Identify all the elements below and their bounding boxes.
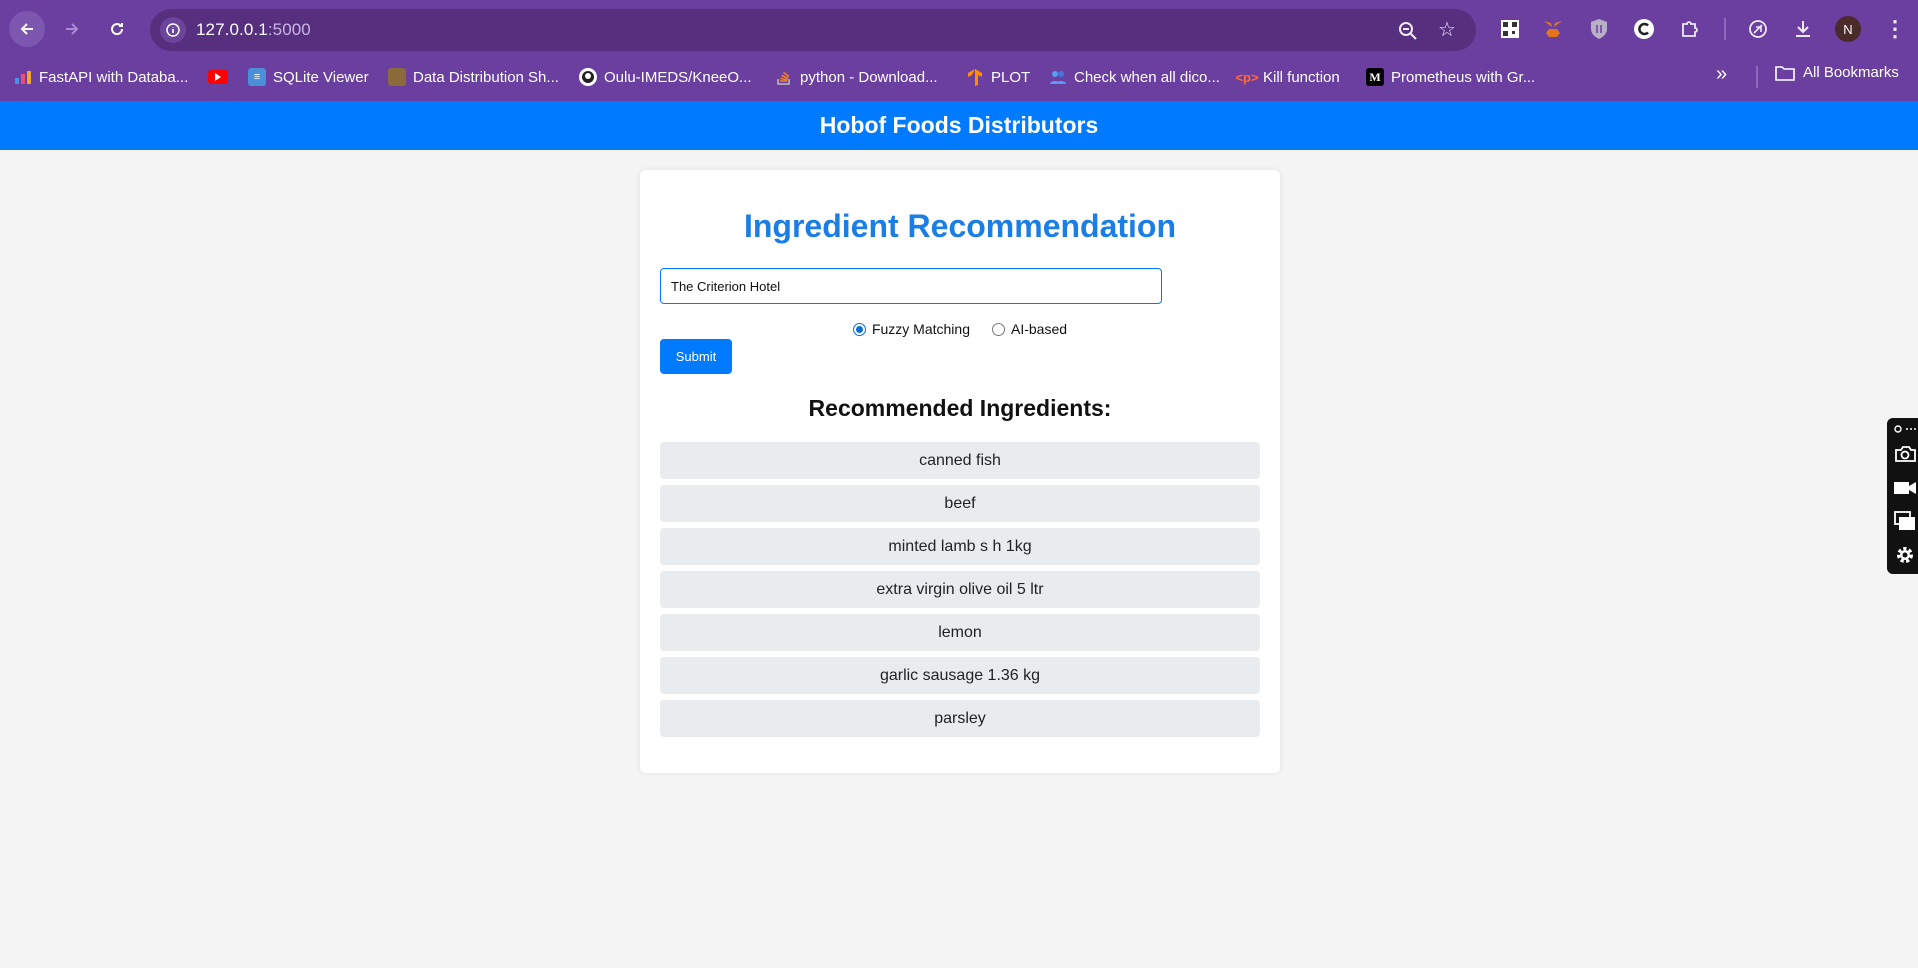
- bookmark-label: Kill function: [1263, 68, 1340, 86]
- medium-icon: M: [1366, 68, 1384, 86]
- bookmark-item[interactable]: [208, 65, 228, 89]
- bookmark-item[interactable]: PLOT: [966, 65, 1030, 89]
- github-icon: [579, 68, 597, 86]
- bookmark-item[interactable]: Check when all dico...: [1049, 65, 1220, 89]
- ai-based-option[interactable]: AI-based: [992, 321, 1067, 337]
- fuzzy-matching-label: Fuzzy Matching: [871, 321, 970, 337]
- chart-icon: [14, 68, 32, 86]
- camera-icon[interactable]: [1893, 442, 1917, 466]
- zoom-icon[interactable]: [1398, 21, 1418, 41]
- image-icon: [388, 68, 406, 86]
- address-bar[interactable]: 127.0.0.1:5000 ☆: [150, 9, 1476, 51]
- ai-based-radio[interactable]: [992, 322, 1005, 336]
- bookmarks-divider: [1756, 66, 1758, 88]
- ingredient-list: canned fish beef minted lamb s h 1kg ext…: [660, 442, 1260, 743]
- folder-icon: [1775, 65, 1795, 81]
- reload-button[interactable]: [99, 11, 135, 47]
- performance-leaf-icon[interactable]: [1745, 16, 1771, 42]
- url-port: :5000: [267, 20, 311, 39]
- browser-toolbar: 127.0.0.1:5000 ☆ N ⋮: [0, 0, 1918, 60]
- site-header: Hobof Foods Distributors: [0, 101, 1918, 150]
- back-button[interactable]: [9, 11, 45, 47]
- results-title: Recommended Ingredients:: [808, 395, 1112, 421]
- site-info-icon[interactable]: [160, 17, 186, 43]
- bookmark-star-icon[interactable]: ☆: [1436, 19, 1458, 41]
- ingredient-item: canned fish: [660, 442, 1260, 479]
- bookmark-item[interactable]: ≡ SQLite Viewer: [248, 65, 369, 89]
- ingredient-item: parsley: [660, 700, 1260, 737]
- shield-extension-icon[interactable]: [1586, 16, 1612, 42]
- bookmark-label: Check when all dico...: [1074, 68, 1220, 86]
- bookmark-item[interactable]: M Prometheus with Gr...: [1366, 65, 1535, 89]
- ingredient-item: extra virgin olive oil 5 ltr: [660, 571, 1260, 608]
- people-icon: [1049, 68, 1067, 86]
- c-extension-icon[interactable]: [1631, 16, 1657, 42]
- arrow-right-icon: [66, 23, 79, 35]
- extensions-puzzle-icon[interactable]: [1677, 16, 1703, 42]
- youtube-icon: [208, 70, 228, 84]
- page-title: Ingredient Recommendation: [743, 208, 1177, 244]
- all-bookmarks-label: All Bookmarks: [1803, 64, 1899, 81]
- video-camera-icon[interactable]: [1893, 476, 1917, 500]
- download-icon[interactable]: [1790, 16, 1816, 42]
- fuzzy-matching-option[interactable]: Fuzzy Matching: [852, 321, 970, 337]
- ingredient-item: minted lamb s h 1kg: [660, 528, 1260, 565]
- ingredient-item: beef: [660, 485, 1260, 522]
- browser-menu-icon[interactable]: ⋮: [1882, 16, 1908, 42]
- gear-icon[interactable]: [1893, 543, 1917, 567]
- fuzzy-matching-radio[interactable]: [852, 322, 866, 336]
- link-more-icon[interactable]: [1893, 422, 1917, 436]
- metamask-fox-icon[interactable]: [1540, 16, 1566, 42]
- bookmark-label: python - Download...: [800, 68, 938, 86]
- browser-chrome: 127.0.0.1:5000 ☆ N ⋮ FastAPI with Databa…: [0, 0, 1918, 101]
- toolbar-divider: [1724, 18, 1726, 40]
- reload-icon: [111, 23, 124, 36]
- bookmark-label: FastAPI with Databa...: [39, 68, 189, 86]
- url-text[interactable]: 127.0.0.1:5000: [196, 20, 311, 40]
- bookmarks-bar: FastAPI with Databa... ≡ SQLite Viewer D…: [0, 62, 1918, 92]
- ingredient-item: lemon: [660, 614, 1260, 651]
- bookmark-label: Data Distribution Sh...: [413, 68, 559, 86]
- windows-icon[interactable]: [1893, 509, 1917, 533]
- qr-code-extension-icon[interactable]: [1497, 16, 1523, 42]
- forward-button[interactable]: [54, 11, 90, 47]
- url-host: 127.0.0.1: [196, 20, 268, 39]
- bookmark-item[interactable]: python - Download...: [775, 65, 938, 89]
- arrow-left-icon: [20, 23, 33, 35]
- screen-capture-toolbar: [1887, 418, 1918, 574]
- customer-name-input[interactable]: [660, 268, 1162, 304]
- bookmark-label: SQLite Viewer: [273, 68, 369, 86]
- bookmark-item[interactable]: FastAPI with Databa...: [14, 65, 188, 89]
- ingredient-item: garlic sausage 1.36 kg: [660, 657, 1260, 694]
- code-icon: <p>: [1235, 69, 1259, 85]
- database-icon: ≡: [248, 68, 266, 86]
- bookmark-item[interactable]: Oulu-IMEDS/KneeO...: [579, 65, 752, 89]
- recommendation-card: Ingredient Recommendation Fuzzy Matching…: [640, 170, 1280, 773]
- all-bookmarks-button[interactable]: All Bookmarks: [1775, 64, 1899, 81]
- matching-mode-radio-group: Fuzzy Matching AI-based: [640, 321, 1280, 337]
- submit-button[interactable]: Submit: [660, 339, 732, 374]
- bookmark-item[interactable]: Data Distribution Sh...: [388, 65, 559, 89]
- bookmark-item[interactable]: <p> Kill function: [1235, 65, 1340, 89]
- tensorflow-icon: [966, 68, 984, 86]
- bookmark-label: Prometheus with Gr...: [1391, 68, 1536, 86]
- bookmark-label: PLOT: [991, 68, 1031, 86]
- ai-based-label: AI-based: [1011, 321, 1068, 337]
- stackoverflow-icon: [775, 68, 793, 86]
- bookmark-label: Oulu-IMEDS/KneeO...: [604, 68, 752, 86]
- profile-avatar[interactable]: N: [1835, 16, 1861, 42]
- more-bookmarks-chevron-icon[interactable]: »: [1716, 63, 1727, 86]
